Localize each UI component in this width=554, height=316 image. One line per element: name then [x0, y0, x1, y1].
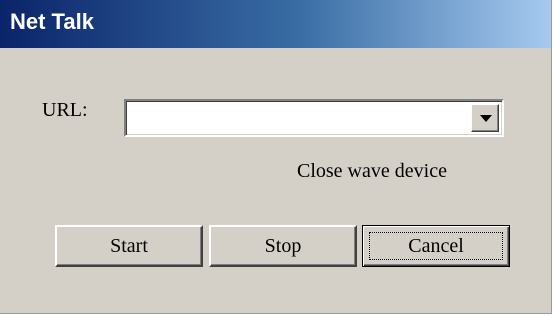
url-combobox[interactable] [124, 99, 504, 137]
title-bar[interactable]: Net Talk [0, 0, 551, 48]
url-input[interactable] [130, 105, 468, 131]
net-talk-dialog: Net Talk URL: Close wave device Start St… [0, 0, 552, 314]
status-text: Close wave device [297, 160, 447, 182]
url-label: URL: [42, 99, 88, 121]
cancel-button[interactable]: Cancel [362, 225, 510, 267]
stop-button[interactable]: Stop [209, 225, 357, 267]
window-title: Net Talk [10, 9, 94, 34]
chevron-down-icon [480, 115, 492, 122]
url-dropdown-button[interactable] [471, 104, 499, 132]
cancel-button-label: Cancel [369, 232, 503, 260]
start-button[interactable]: Start [55, 225, 203, 267]
